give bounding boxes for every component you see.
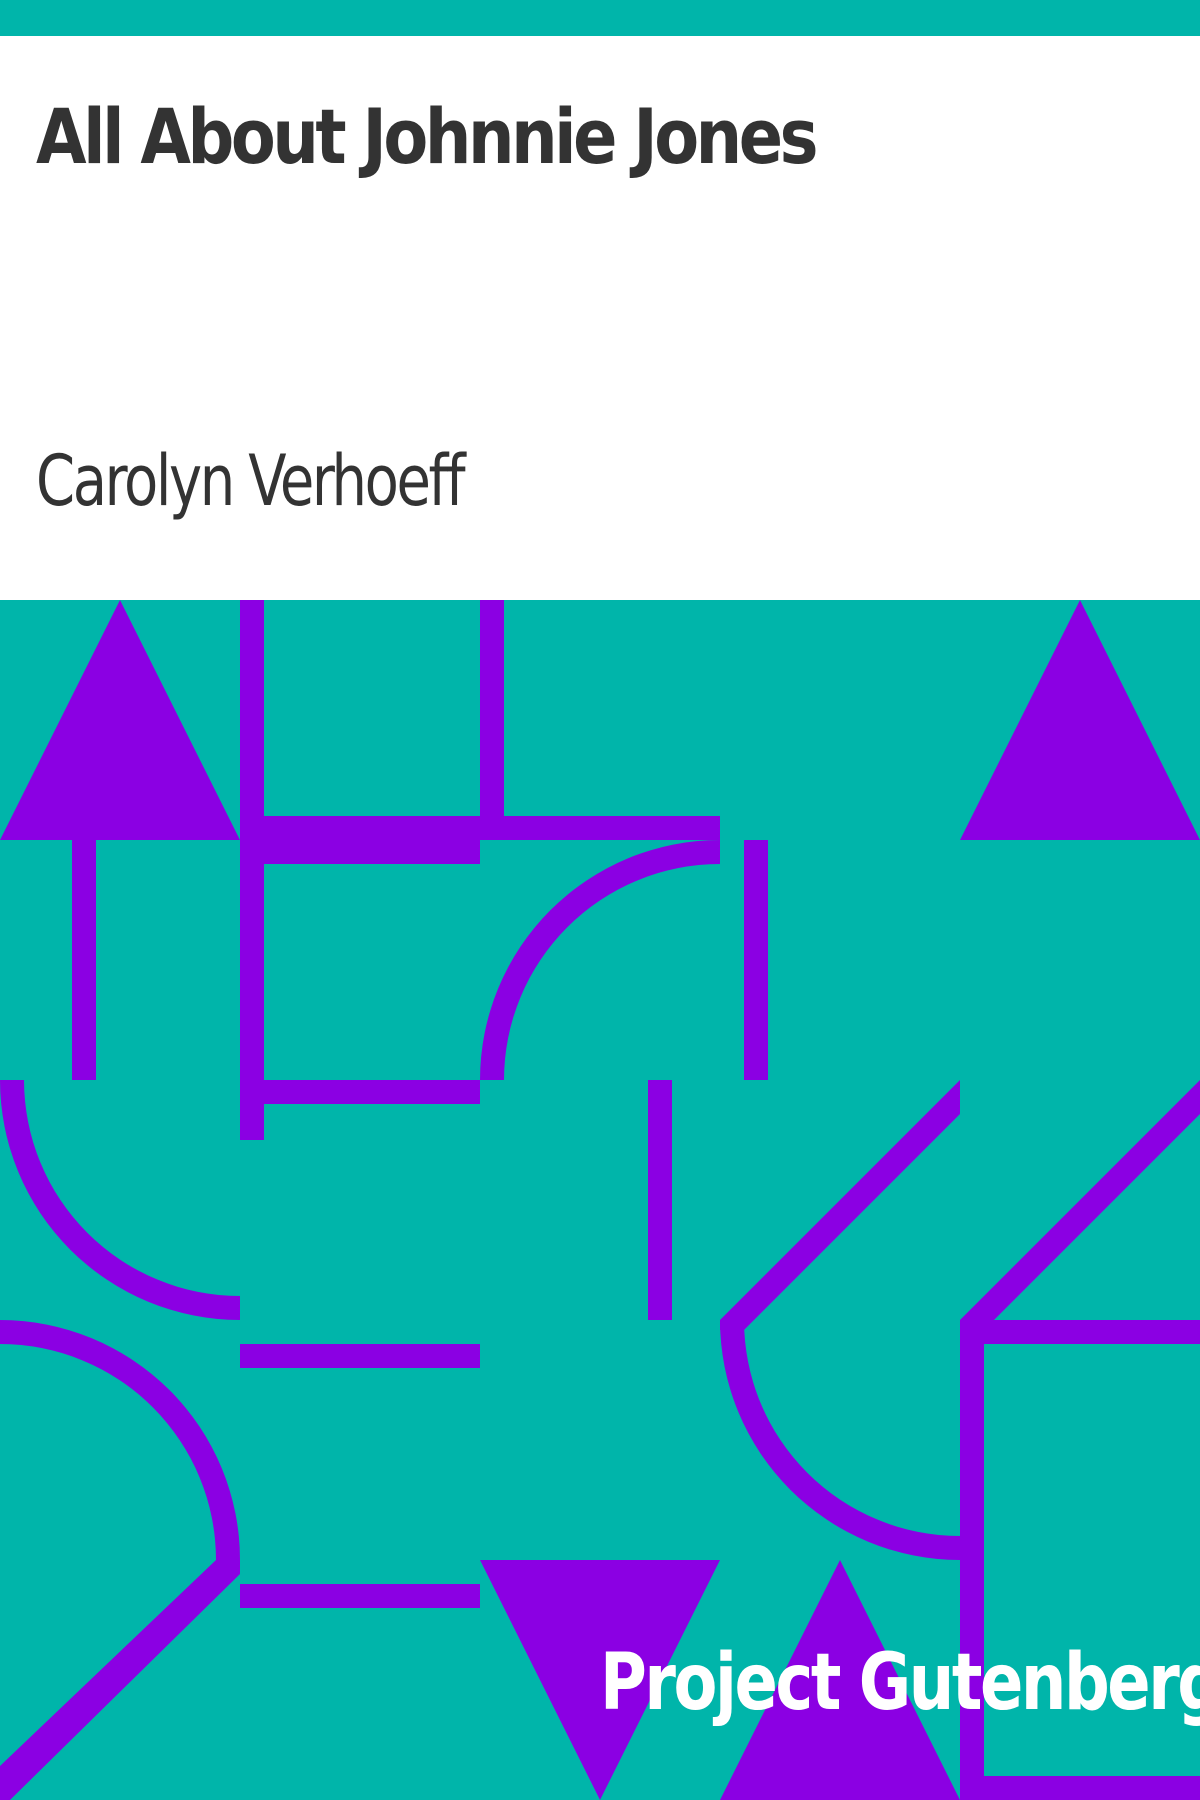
frame-top bbox=[960, 1320, 1200, 1344]
vertical-bar-b bbox=[480, 600, 504, 840]
horizontal-bar-a bbox=[240, 816, 480, 864]
vertical-bar-a bbox=[240, 600, 264, 1140]
geometric-pattern-icon bbox=[0, 600, 1200, 1800]
vertical-bar-c bbox=[744, 840, 768, 1080]
horizontal-bar-e bbox=[240, 1584, 480, 1608]
book-title: All About Johnnie Jones bbox=[36, 92, 819, 181]
arrow-stem bbox=[72, 840, 96, 1080]
frame-bottom bbox=[960, 1776, 1200, 1800]
publisher-name: Project Gutenberg bbox=[600, 1638, 1200, 1728]
frame-left bbox=[960, 1320, 984, 1800]
horizontal-bar-b bbox=[480, 816, 720, 840]
horizontal-bar-d bbox=[240, 1344, 480, 1368]
horizontal-bar-c bbox=[240, 1080, 480, 1104]
top-color-stripe bbox=[0, 0, 1200, 36]
book-author: Carolyn Verhoeff bbox=[36, 440, 466, 522]
vertical-bar-d bbox=[648, 1080, 672, 1320]
